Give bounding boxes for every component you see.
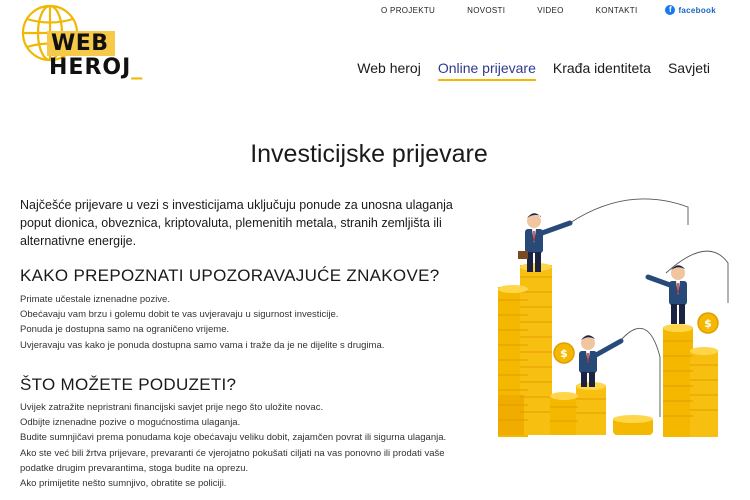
top-nav: O PROJEKTU NOVOSTI VIDEO KONTAKTI f face… [381,5,716,15]
businessman-figure [579,335,624,387]
businessmen-fishing-coins-image: $ $ [498,198,729,437]
main-nav: Web heroj Online prijevare Krađa identit… [340,60,710,81]
what-to-do-list: Uvijek zatražite nepristrani financijski… [20,400,470,491]
page-title: Investicijske prijevare [250,140,488,168]
list-item: Budite sumnjičavi prema ponudama koje ob… [20,432,447,444]
coin-stack-left [498,263,552,437]
facebook-link[interactable]: f facebook [665,5,716,15]
main-nav-online-prijevare[interactable]: Online prijevare [437,60,536,81]
main-nav-savjeti[interactable]: Savjeti [668,60,710,81]
investment-fraud-illustration: $ $ [478,185,750,500]
list-item: Ako primijetite nešto sumnjivo, obratite… [20,478,227,490]
top-nav-video[interactable]: VIDEO [537,6,563,15]
list-item: Primate učestale iznenadne pozive. [20,294,170,305]
businessman-figure [518,213,573,272]
top-nav-o-projektu[interactable]: O PROJEKTU [381,6,435,15]
facebook-icon: f [665,5,676,15]
coin-stack-middle [550,382,653,435]
list-item: Ponuda je dostupna samo na ograničeno vr… [20,324,230,336]
main-nav-web-heroj[interactable]: Web heroj [357,60,421,81]
coin-stack-right [663,324,718,437]
list-item: Obećavaju vam brzu i golemu dobit te vas… [20,309,339,321]
svg-text:$: $ [704,317,712,330]
logo-heroj-word: HEROJ [49,55,132,80]
list-item: Uvjeravaju vas kako je ponuda dostupna s… [20,339,385,351]
businessman-figure [645,265,687,324]
list-item: Ako ste već bili žrtva prijevare, prevar… [20,447,445,474]
section-heading-warning-signs: KAKO PREPOZNATI UPOZORAVAJUĆE ZNAKOVE? [20,266,440,285]
logo-web-box: WEB [47,31,115,56]
logo-web-text: WEB [51,31,109,56]
warning-signs-list: Primate učestale iznenadne pozive. Obeća… [20,292,470,353]
intro-paragraph: Najčešće prijevare u vezi s investicijam… [20,198,453,248]
list-item: Odbijte iznenadne pozive o mogućnostima … [20,417,241,429]
section-heading-what-to-do: ŠTO MOŽETE PODUZETI? [20,375,237,394]
top-nav-novosti[interactable]: NOVOSTI [467,6,505,15]
svg-text:$: $ [560,347,568,360]
logo-heroj-text: HEROJ_ [49,56,143,80]
list-item: Uvijek zatražite nepristrani financijski… [20,402,324,413]
facebook-label: facebook [678,5,716,15]
site-logo[interactable]: WEB HEROJ_ [20,4,142,82]
dollar-coin-icon: $ [553,342,575,364]
dollar-coin-icon: $ [697,312,719,334]
main-nav-krada-identiteta[interactable]: Krađa identiteta [553,60,651,81]
top-nav-kontakti[interactable]: KONTAKTI [596,6,638,15]
logo-cursor: _ [131,55,144,80]
